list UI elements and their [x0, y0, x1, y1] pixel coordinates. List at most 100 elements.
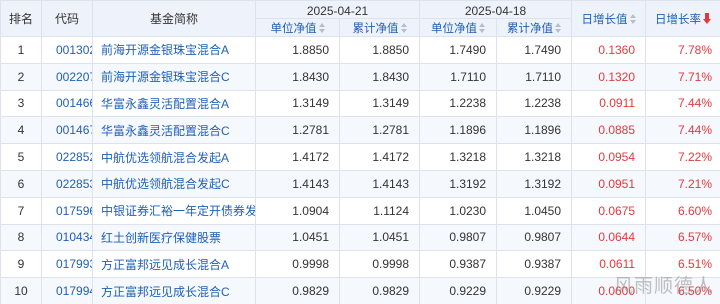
unit-nav-cell: 1.0230 [419, 196, 498, 225]
rank-cell: 5 [0, 143, 42, 171]
unit-nav-cell: 1.7110 [419, 62, 498, 91]
unit-nav-cell: 1.7490 [419, 36, 498, 64]
growth-rate-cell: 7.78% [645, 36, 720, 64]
fund-code-link[interactable]: 001302 [41, 36, 93, 64]
acc-nav-cell: 1.8850 [338, 36, 421, 64]
header-daily-growth-rate-label: 日增长率 [655, 13, 702, 26]
sort-icon[interactable] [555, 22, 562, 33]
rank-cell: 1 [0, 36, 42, 64]
rank-cell: 3 [0, 89, 42, 118]
fund-code-link[interactable]: 017596 [41, 196, 93, 225]
fund-code-link[interactable]: 010434 [41, 223, 93, 252]
header-unit-nav-1[interactable]: 单位净值 [255, 18, 340, 37]
growth-rate-cell: 6.57% [645, 223, 720, 252]
acc-nav-cell: 1.4143 [338, 169, 421, 198]
fund-code-link[interactable]: 017994 [41, 277, 93, 304]
acc-nav-cell: 1.2238 [496, 89, 573, 118]
acc-nav-cell: 1.3192 [496, 169, 573, 198]
fund-name-link[interactable]: 红土创新医疗保健股票 [92, 223, 256, 252]
header-daily-growth-rate[interactable]: 日增长率 [645, 0, 720, 37]
header-date-1: 2025-04-21 [254, 0, 421, 19]
unit-nav-cell: 1.3192 [419, 169, 498, 198]
unit-nav-cell: 0.9387 [419, 250, 498, 279]
fund-code-link[interactable]: 001466 [41, 89, 93, 118]
header-unit-nav-2[interactable]: 单位净值 [419, 18, 498, 37]
rank-cell: 4 [0, 116, 42, 145]
growth-value-cell: 0.1320 [571, 62, 647, 91]
fund-code-link[interactable]: 001467 [41, 116, 93, 145]
growth-rate-cell: 7.71% [645, 62, 720, 91]
unit-nav-cell: 1.1896 [419, 116, 498, 145]
fund-code-link[interactable]: 022852 [41, 143, 93, 171]
acc-nav-cell: 1.1124 [338, 196, 421, 225]
acc-nav-cell: 1.3218 [496, 143, 573, 171]
acc-nav-cell: 0.9807 [496, 223, 573, 252]
fund-name-link[interactable]: 方正富邦远见成长混合A [92, 250, 256, 279]
fund-name-link[interactable]: 方正富邦远见成长混合C [92, 277, 256, 304]
unit-nav-cell: 1.2781 [255, 116, 340, 145]
acc-nav-cell: 1.1896 [496, 116, 573, 145]
unit-nav-cell: 1.3149 [255, 89, 340, 118]
growth-rate-cell: 7.44% [645, 89, 720, 118]
rank-cell: 10 [0, 277, 42, 304]
acc-nav-cell: 1.7110 [496, 62, 573, 91]
unit-nav-cell: 1.3218 [419, 143, 498, 171]
sort-icon[interactable] [629, 13, 636, 24]
acc-nav-cell: 0.9829 [338, 277, 421, 304]
table-body: 1 001302 前海开源金银珠宝混合A 1.8850 1.8850 1.7490 1.74… [0, 36, 720, 304]
acc-nav-cell: 1.0450 [496, 196, 573, 225]
fund-name-link[interactable]: 中航优选领航混合发起A [92, 143, 256, 171]
growth-value-cell: 0.0951 [571, 169, 647, 198]
table-row: 5 022852 中航优选领航混合发起A 1.4172 1.4172 1.3218 1.32… [0, 143, 720, 171]
unit-nav-cell: 1.4172 [255, 143, 340, 171]
unit-nav-cell: 0.9229 [419, 277, 498, 304]
acc-nav-cell: 1.2781 [338, 116, 421, 145]
header-daily-growth-value[interactable]: 日增长值 [571, 0, 647, 37]
acc-nav-cell: 0.9998 [338, 250, 421, 279]
fund-name-link[interactable]: 华富永鑫灵活配置混合C [92, 116, 256, 145]
header-acc-nav-1-label: 累计净值 [352, 22, 399, 35]
fund-ranking-table: 排名 代码 基金简称 2025-04-21 2025-04-18 日增长值 日增… [0, 0, 720, 304]
acc-nav-cell: 1.7490 [496, 36, 573, 64]
fund-name-link[interactable]: 中银证券汇裕一年定开债券发起 [92, 196, 256, 225]
growth-value-cell: 0.0911 [571, 89, 647, 118]
growth-rate-cell: 6.60% [645, 196, 720, 225]
header-acc-nav-1[interactable]: 累计净值 [338, 18, 421, 37]
growth-value-cell: 0.0644 [571, 223, 647, 252]
unit-nav-cell: 0.9829 [255, 277, 340, 304]
unit-nav-cell: 1.0451 [255, 223, 340, 252]
table-row: 10 017994 方正富邦远见成长混合C 0.9829 0.9829 0.9229 0.9… [0, 277, 720, 304]
table-row: 3 001466 华富永鑫灵活配置混合A 1.3149 1.3149 1.2238 1.22… [0, 89, 720, 118]
sort-icon[interactable] [318, 22, 325, 33]
rank-cell: 7 [0, 196, 42, 225]
growth-value-cell: 0.1360 [571, 36, 647, 64]
fund-name-link[interactable]: 华富永鑫灵活配置混合A [92, 89, 256, 118]
header-daily-growth-value-label: 日增长值 [581, 13, 628, 26]
table-row: 4 001467 华富永鑫灵活配置混合C 1.2781 1.2781 1.1896 1.18… [0, 116, 720, 145]
growth-value-cell: 0.0885 [571, 116, 647, 145]
rank-cell: 8 [0, 223, 42, 252]
acc-nav-cell: 1.3149 [338, 89, 421, 118]
header-acc-nav-2-label: 累计净值 [507, 22, 554, 35]
unit-nav-cell: 0.9807 [419, 223, 498, 252]
unit-nav-cell: 1.8850 [255, 36, 340, 64]
unit-nav-cell: 1.0904 [255, 196, 340, 225]
fund-name-link[interactable]: 中航优选领航混合发起C [92, 169, 256, 198]
sort-desc-icon[interactable] [703, 12, 712, 24]
fund-name-link[interactable]: 前海开源金银珠宝混合A [92, 36, 256, 64]
table-row: 1 001302 前海开源金银珠宝混合A 1.8850 1.8850 1.7490 1.74… [0, 36, 720, 64]
sort-icon[interactable] [479, 22, 486, 33]
growth-value-cell: 0.0954 [571, 143, 647, 171]
acc-nav-cell: 1.4172 [338, 143, 421, 171]
sort-icon[interactable] [400, 22, 407, 33]
header-acc-nav-2[interactable]: 累计净值 [496, 18, 573, 37]
acc-nav-cell: 1.8430 [338, 62, 421, 91]
fund-code-link[interactable]: 002207 [41, 62, 93, 91]
table-row: 6 022853 中航优选领航混合发起C 1.4143 1.4143 1.3192 1.31… [0, 169, 720, 198]
fund-name-link[interactable]: 前海开源金银珠宝混合C [92, 62, 256, 91]
fund-code-link[interactable]: 017993 [41, 250, 93, 279]
fund-code-link[interactable]: 022853 [41, 169, 93, 198]
growth-rate-cell: 7.44% [645, 116, 720, 145]
growth-rate-cell: 7.21% [645, 169, 720, 198]
rank-cell: 2 [0, 62, 42, 91]
